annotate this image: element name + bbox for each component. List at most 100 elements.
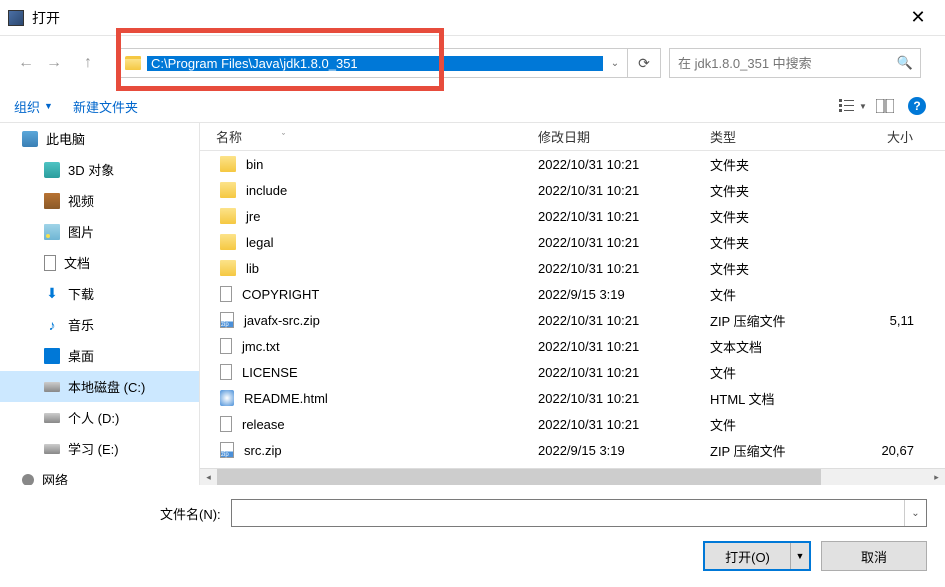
sidebar-item[interactable]: 此电脑: [0, 123, 199, 154]
sidebar-item-label: 桌面: [68, 346, 94, 365]
new-folder-label: 新建文件夹: [73, 97, 138, 116]
file-type-cell: 文件夹: [700, 207, 834, 226]
file-type-cell: 文件: [700, 415, 834, 434]
sidebar-item[interactable]: 图片: [0, 216, 199, 247]
search-input[interactable]: [670, 56, 890, 71]
address-text[interactable]: C:\Program Files\Java\jdk1.8.0_351: [147, 56, 603, 71]
sidebar-item[interactable]: 文档: [0, 247, 199, 278]
file-list: 名称 ˇ 修改日期 类型 大小 bin2022/10/31 10:21文件夹in…: [200, 123, 945, 485]
view-options-button[interactable]: ▼: [839, 94, 867, 118]
column-size[interactable]: 大小: [834, 123, 924, 150]
file-size-cell: 20,67: [834, 443, 924, 458]
file-row[interactable]: legal2022/10/31 10:21文件夹: [200, 229, 945, 255]
sidebar-item-label: 音乐: [68, 315, 94, 334]
organize-menu[interactable]: 组织 ▼: [14, 97, 53, 116]
file-row[interactable]: javafx-src.zip2022/10/31 10:21ZIP 压缩文件5,…: [200, 307, 945, 333]
file-name: jmc.txt: [242, 339, 280, 354]
address-bar[interactable]: C:\Program Files\Java\jdk1.8.0_351 ⌄: [118, 48, 628, 78]
file-icon: [220, 182, 236, 198]
open-dropdown[interactable]: ▼: [791, 543, 809, 569]
cancel-button[interactable]: 取消: [821, 541, 927, 571]
scroll-thumb[interactable]: [217, 469, 821, 486]
new-folder-button[interactable]: 新建文件夹: [73, 97, 138, 116]
sidebar-item[interactable]: ⬇下载: [0, 278, 199, 309]
scroll-left-button[interactable]: ◂: [200, 469, 217, 486]
horizontal-scrollbar[interactable]: ◂ ▸: [200, 468, 945, 485]
filename-dropdown[interactable]: ⌄: [904, 500, 926, 526]
file-type-cell: 文件: [700, 285, 834, 304]
file-row[interactable]: src.zip2022/9/15 3:19ZIP 压缩文件20,67: [200, 437, 945, 463]
sidebar-item[interactable]: 3D 对象: [0, 154, 199, 185]
file-rows[interactable]: bin2022/10/31 10:21文件夹include2022/10/31 …: [200, 151, 945, 468]
file-row[interactable]: include2022/10/31 10:21文件夹: [200, 177, 945, 203]
file-row[interactable]: COPYRIGHT 2022/9/15 3:19文件: [200, 281, 945, 307]
file-row[interactable]: jmc.txt2022/10/31 10:21文本文档: [200, 333, 945, 359]
close-button[interactable]: ✕: [895, 2, 941, 34]
file-date-cell: 2022/9/15 3:19: [528, 287, 700, 302]
file-name: COPYRIGHT: [242, 287, 319, 302]
file-icon: [220, 208, 236, 224]
file-type-cell: 文件夹: [700, 233, 834, 252]
sidebar-item[interactable]: 网络: [0, 464, 199, 485]
sidebar-item[interactable]: 学习 (E:): [0, 433, 199, 464]
file-row[interactable]: lib2022/10/31 10:21文件夹: [200, 255, 945, 281]
filename-label: 文件名(N):: [160, 504, 221, 523]
navbar: ← → ↑ C:\Program Files\Java\jdk1.8.0_351…: [0, 36, 945, 90]
open-button[interactable]: 打开(O): [705, 543, 791, 569]
file-name-cell: jre: [200, 208, 528, 224]
sidebar-item[interactable]: 视频: [0, 185, 199, 216]
preview-pane-button[interactable]: [871, 94, 899, 118]
file-date-cell: 2022/10/31 10:21: [528, 261, 700, 276]
sidebar-item-label: 视频: [68, 191, 94, 210]
help-button[interactable]: ?: [903, 94, 931, 118]
column-type[interactable]: 类型: [700, 123, 834, 150]
column-headers: 名称 ˇ 修改日期 类型 大小: [200, 123, 945, 151]
column-name[interactable]: 名称 ˇ: [200, 123, 528, 150]
music-icon: ♪: [44, 317, 60, 333]
file-type-cell: 文件夹: [700, 259, 834, 278]
sidebar-item-label: 文档: [64, 253, 90, 272]
bottom-panel: 文件名(N): ⌄ 打开(O) ▼ 取消: [0, 485, 945, 585]
address-dropdown[interactable]: ⌄: [603, 49, 627, 77]
file-row[interactable]: bin2022/10/31 10:21文件夹: [200, 151, 945, 177]
chevron-down-icon: ▼: [44, 101, 53, 111]
refresh-button[interactable]: ⟳: [627, 48, 661, 78]
search-box[interactable]: 🔍: [669, 48, 921, 78]
file-date-cell: 2022/10/31 10:21: [528, 391, 700, 406]
sidebar-item[interactable]: ♪ 音乐: [0, 309, 199, 340]
sort-arrow-icon: ˇ: [282, 132, 285, 142]
up-button[interactable]: ↑: [74, 49, 102, 77]
file-name-cell: release: [200, 416, 528, 432]
file-row[interactable]: LICENSE2022/10/31 10:21文件: [200, 359, 945, 385]
back-button[interactable]: ←: [12, 49, 40, 77]
file-date-cell: 2022/9/15 3:19: [528, 443, 700, 458]
sidebar-item[interactable]: 桌面: [0, 340, 199, 371]
file-row[interactable]: jre2022/10/31 10:21文件夹: [200, 203, 945, 229]
desktop-icon: [44, 348, 60, 364]
sidebar-item[interactable]: 本地磁盘 (C:): [0, 371, 199, 402]
file-row[interactable]: README.html2022/10/31 10:21HTML 文档: [200, 385, 945, 411]
file-type-cell: 文件夹: [700, 155, 834, 174]
file-name-cell: javafx-src.zip: [200, 312, 528, 328]
forward-button[interactable]: →: [40, 49, 68, 77]
sidebar-item[interactable]: 个人 (D:): [0, 402, 199, 433]
column-date[interactable]: 修改日期: [528, 123, 700, 150]
window-title: 打开: [32, 8, 895, 28]
doc-icon: [44, 255, 56, 271]
filename-combo[interactable]: ⌄: [231, 499, 927, 527]
file-name-cell: include: [200, 182, 528, 198]
file-row[interactable]: release2022/10/31 10:21文件: [200, 411, 945, 437]
3d-icon: [44, 162, 60, 178]
search-icon[interactable]: 🔍: [890, 55, 920, 71]
file-icon: [220, 338, 232, 354]
sidebar[interactable]: 此电脑3D 对象视频图片文档 ⬇下载 ♪ 音乐桌面本地磁盘 (C:)个人 (D:)学习…: [0, 123, 200, 485]
file-type-cell: HTML 文档: [700, 389, 834, 408]
file-type-cell: 文本文档: [700, 337, 834, 356]
scroll-track[interactable]: [217, 469, 928, 486]
file-name: release: [242, 417, 285, 432]
file-icon: [220, 390, 234, 406]
scroll-right-button[interactable]: ▸: [928, 469, 945, 486]
filename-input[interactable]: [232, 506, 904, 521]
file-date-cell: 2022/10/31 10:21: [528, 183, 700, 198]
file-name: legal: [246, 235, 273, 250]
